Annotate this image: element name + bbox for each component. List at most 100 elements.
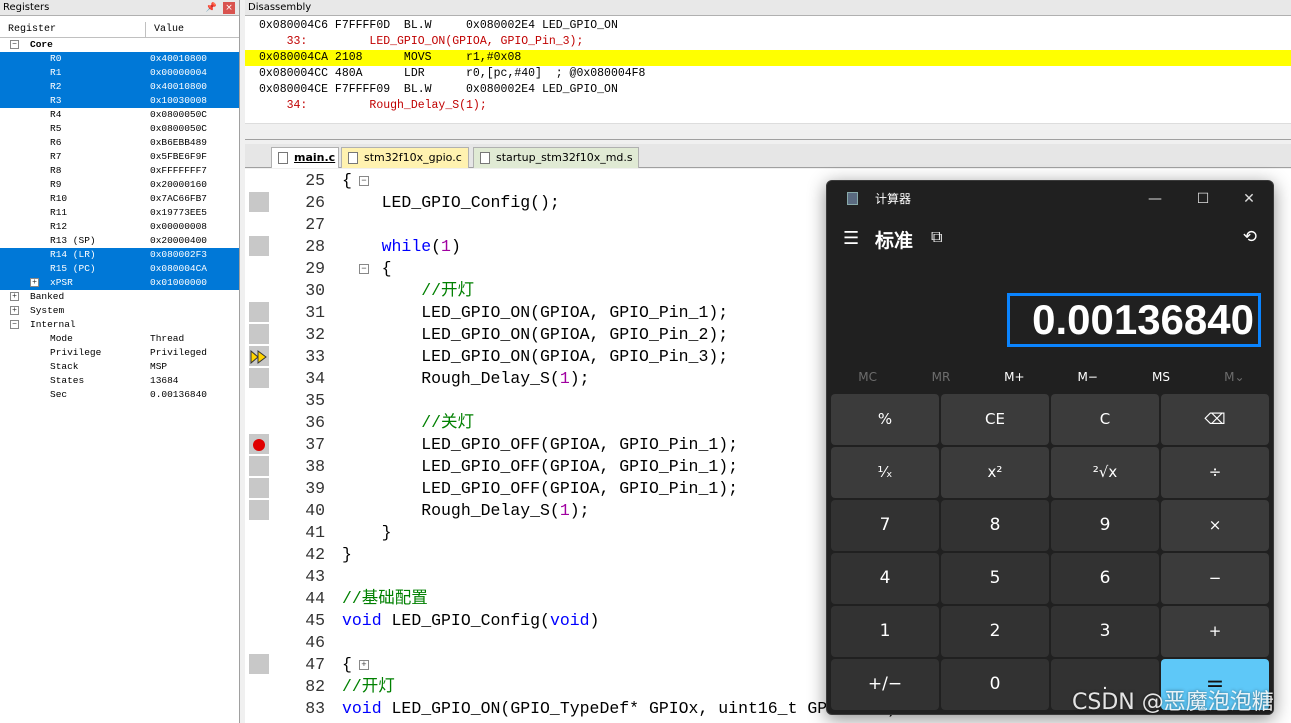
memory-button[interactable]: M+	[978, 366, 1051, 388]
register-value[interactable]: 0x20000400	[150, 234, 207, 248]
subtract-button[interactable]: −	[1161, 553, 1269, 604]
digit-7-button[interactable]: 7	[831, 500, 939, 551]
internal-row[interactable]: Sec 0.00136840	[0, 388, 239, 402]
tree-core[interactable]: − Core	[0, 38, 239, 52]
register-row[interactable]: R8 0xFFFFFFF7	[0, 164, 239, 178]
register-value[interactable]: 0xB6EBB489	[150, 136, 207, 150]
code-line[interactable]: 31 LED_GPIO_ON(GPIOA, GPIO_Pin_1);	[275, 302, 728, 324]
register-value[interactable]: 0xFFFFFFF7	[150, 164, 207, 178]
register-row[interactable]: R3 0x10030008	[0, 94, 239, 108]
code-line[interactable]: 42}	[275, 544, 352, 566]
clear-button[interactable]: C	[1051, 394, 1159, 445]
register-value[interactable]: 0x080004CA	[150, 262, 207, 276]
internal-row[interactable]: States 13684	[0, 374, 239, 388]
register-value[interactable]: 0x00000004	[150, 66, 207, 80]
register-row[interactable]: R2 0x40010800	[0, 80, 239, 94]
reciprocal-button[interactable]: ¹⁄ₓ	[831, 447, 939, 498]
code-line[interactable]: 34 Rough_Delay_S(1);	[275, 368, 589, 390]
code-line[interactable]: 26 LED_GPIO_Config();	[275, 192, 560, 214]
register-value[interactable]: 0x40010800	[150, 52, 207, 66]
editor-gutter[interactable]	[245, 169, 275, 723]
register-row[interactable]: R11 0x19773EE5	[0, 206, 239, 220]
close-button[interactable]: ✕	[1227, 185, 1271, 213]
code-line[interactable]: 28 while(1)	[275, 236, 461, 258]
code-line[interactable]: 30 //开灯	[275, 280, 474, 302]
square-root-button[interactable]: ²√x	[1051, 447, 1159, 498]
expand-icon[interactable]: +	[10, 292, 19, 301]
register-row[interactable]: R12 0x00000008	[0, 220, 239, 234]
maximize-button[interactable]: ☐	[1181, 185, 1225, 213]
register-value[interactable]: 0x0800050C	[150, 122, 207, 136]
calculator-titlebar[interactable]: 计算器 — ☐ ✕	[827, 181, 1273, 215]
disassembly-line[interactable]: 0x080004CE F7FFFF09 BL.W 0x080002E4 LED_…	[259, 82, 1291, 98]
digit-9-button[interactable]: 9	[1051, 500, 1159, 551]
negate-button[interactable]: +/−	[831, 659, 939, 710]
register-value[interactable]: 0x0800050C	[150, 108, 207, 122]
internal-row[interactable]: Privilege Privileged	[0, 346, 239, 360]
memory-button[interactable]: M−	[1051, 366, 1124, 388]
digit-4-button[interactable]: 4	[831, 553, 939, 604]
register-row[interactable]: R4 0x0800050C	[0, 108, 239, 122]
disassembly-line[interactable]: 0x080004CC 480A LDR r0,[pc,#40] ; @0x080…	[259, 66, 1291, 82]
code-line[interactable]: 38 LED_GPIO_OFF(GPIOA, GPIO_Pin_1);	[275, 456, 738, 478]
register-value[interactable]: 0x19773EE5	[150, 206, 207, 220]
code-line[interactable]: 82 //开灯	[275, 676, 395, 698]
hamburger-menu-icon[interactable]: ☰	[843, 228, 859, 249]
code-line[interactable]: 39 LED_GPIO_OFF(GPIOA, GPIO_Pin_1);	[275, 478, 738, 500]
tree-internal[interactable]: − Internal	[0, 318, 239, 332]
digit-0-button[interactable]: 0	[941, 659, 1049, 710]
register-row[interactable]: R0 0x40010800	[0, 52, 239, 66]
code-line[interactable]: 27	[275, 214, 325, 236]
register-value[interactable]: 0x01000000	[150, 276, 207, 290]
register-row[interactable]: R14 (LR) 0x080002F3	[0, 248, 239, 262]
multiply-button[interactable]: ×	[1161, 500, 1269, 551]
register-value[interactable]: 0x00000008	[150, 220, 207, 234]
code-line[interactable]: 44 //基础配置	[275, 588, 428, 610]
internal-row[interactable]: Stack MSP	[0, 360, 239, 374]
code-line[interactable]: 29− {	[275, 258, 391, 280]
keep-on-top-icon[interactable]: ⧉	[931, 227, 942, 247]
code-line[interactable]: 45 void LED_GPIO_Config(void)	[275, 610, 599, 632]
register-value[interactable]: 0x7AC66FB7	[150, 192, 207, 206]
register-row[interactable]: R5 0x0800050C	[0, 122, 239, 136]
disassembly-line[interactable]: 0x080004C6 F7FFFF0D BL.W 0x080002E4 LED_…	[259, 18, 1291, 34]
register-row[interactable]: R13 (SP) 0x20000400	[0, 234, 239, 248]
disassembly-line[interactable]: 33: LED_GPIO_ON(GPIOA, GPIO_Pin_3);	[259, 34, 1291, 50]
col-register[interactable]: Register	[0, 22, 146, 37]
code-line[interactable]: 33 LED_GPIO_ON(GPIOA, GPIO_Pin_3);	[275, 346, 728, 368]
pin-icon[interactable]: 📌	[206, 1, 217, 16]
expand-fold-icon[interactable]: +	[359, 660, 369, 670]
code-line[interactable]: 40 Rough_Delay_S(1);	[275, 500, 589, 522]
code-line[interactable]: 47 + {	[275, 654, 369, 676]
code-line[interactable]: 36 //关灯	[275, 412, 474, 434]
register-value[interactable]: 0x5FBE6F9F	[150, 150, 207, 164]
col-value[interactable]: Value	[146, 22, 184, 37]
register-value[interactable]: 0x10030008	[150, 94, 207, 108]
register-row[interactable]: R1 0x00000004	[0, 66, 239, 80]
history-icon[interactable]: ⟲	[1243, 227, 1257, 247]
register-row[interactable]: R6 0xB6EBB489	[0, 136, 239, 150]
code-line[interactable]: 32 LED_GPIO_ON(GPIOA, GPIO_Pin_2);	[275, 324, 728, 346]
register-row[interactable]: + xPSR 0x01000000	[0, 276, 239, 290]
disassembly-line[interactable]: 34: Rough_Delay_S(1);	[259, 98, 1291, 114]
percent-button[interactable]: %	[831, 394, 939, 445]
memory-button[interactable]: MC	[831, 366, 904, 388]
disassembly-scrollbar[interactable]	[245, 123, 1291, 139]
expand-icon[interactable]: +	[30, 278, 39, 287]
add-button[interactable]: +	[1161, 606, 1269, 657]
expand-icon[interactable]: +	[10, 306, 19, 315]
collapse-icon[interactable]: −	[10, 320, 19, 329]
register-row[interactable]: R10 0x7AC66FB7	[0, 192, 239, 206]
digit-3-button[interactable]: 3	[1051, 606, 1159, 657]
tree-system[interactable]: + System	[0, 304, 239, 318]
code-line[interactable]: 25 −{	[275, 170, 369, 192]
internal-row[interactable]: Mode Thread	[0, 332, 239, 346]
memory-button[interactable]: MS	[1124, 366, 1197, 388]
register-row[interactable]: R15 (PC) 0x080004CA	[0, 262, 239, 276]
digit-5-button[interactable]: 5	[941, 553, 1049, 604]
register-value[interactable]: 0x40010800	[150, 80, 207, 94]
code-line[interactable]: 83 void LED_GPIO_ON(GPIO_TypeDef* GPIOx, …	[275, 698, 896, 720]
code-line[interactable]: 46	[275, 632, 325, 654]
code-line[interactable]: 37 LED_GPIO_OFF(GPIOA, GPIO_Pin_1);	[275, 434, 738, 456]
tab-startup-stm32f10x-md-s[interactable]: startup_stm32f10x_md.s	[473, 147, 639, 168]
